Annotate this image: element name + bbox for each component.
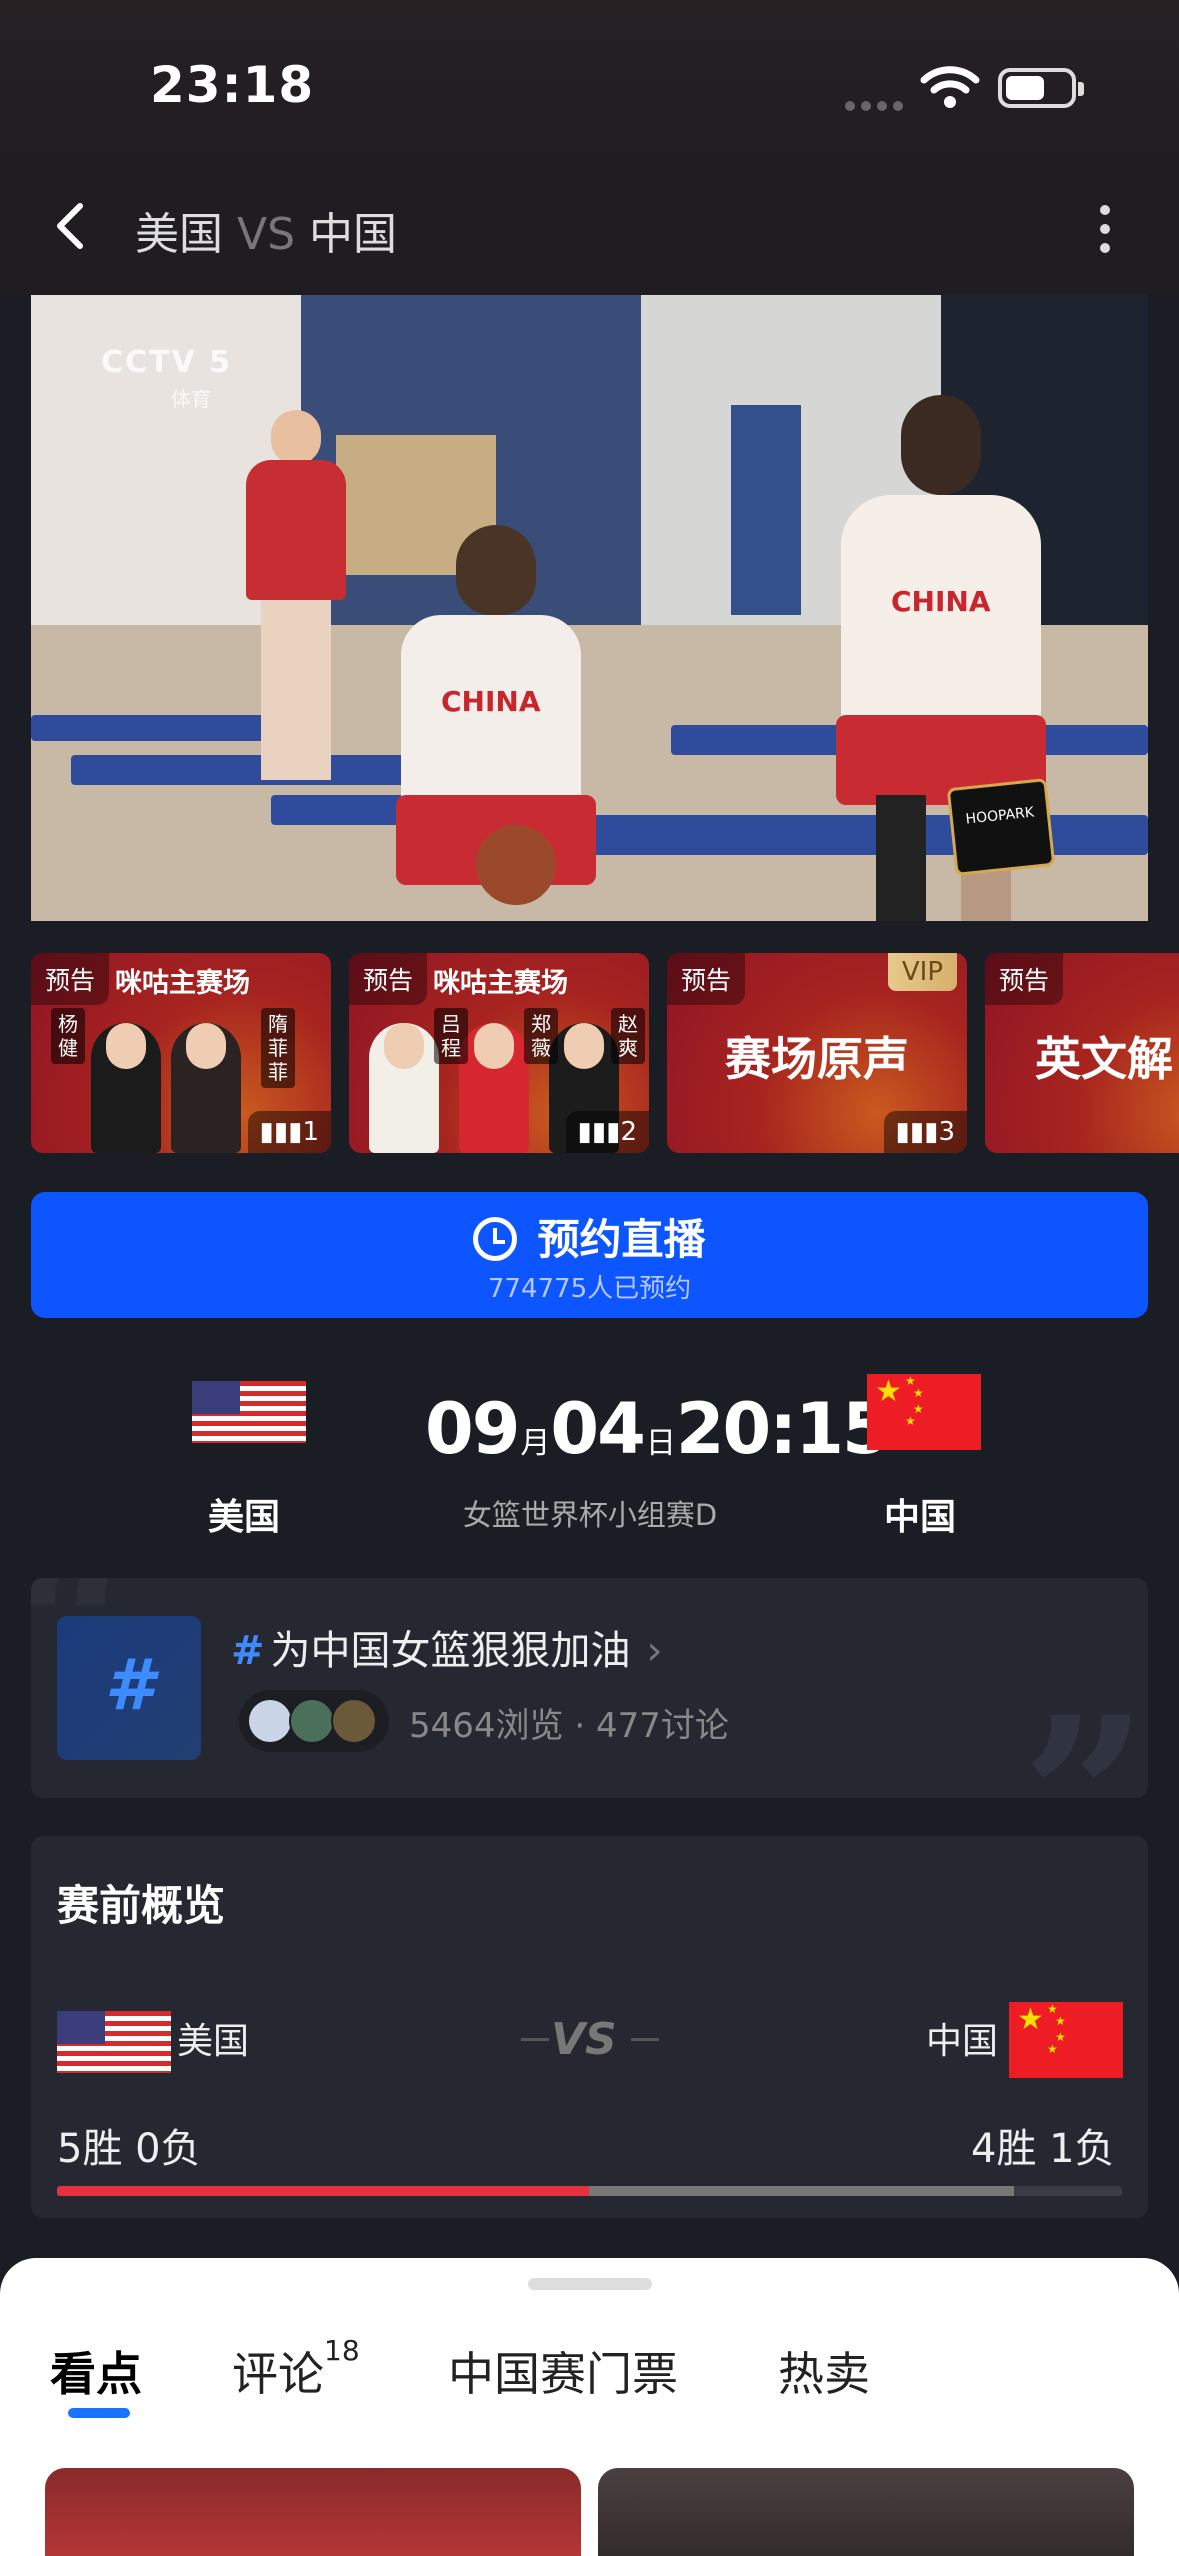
match-league: 女篮世界杯小组赛D: [462, 1498, 718, 1532]
pre-match-overview: 赛前概览 美国 VS 中国 ★ ★ ★ ★ ★ 5胜 0负 4胜 1负: [31, 1836, 1148, 2218]
card-title: 赛场原声: [725, 1032, 909, 1086]
reserve-live-button[interactable]: 预约直播 774775人已预约: [31, 1192, 1148, 1318]
usa-flag-icon: [57, 2011, 171, 2073]
host-name: 赵爽: [611, 1008, 645, 1064]
tab-highlights[interactable]: 看点: [50, 2338, 142, 2404]
avatar: [247, 1698, 293, 1744]
title-vs: VS: [237, 209, 296, 260]
home-team-name: 美国: [208, 1497, 281, 1538]
preview-tag: 预告: [667, 953, 746, 1005]
card-title: 英文解: [1035, 1032, 1173, 1086]
jersey-text-2: CHINA: [891, 585, 991, 618]
reserve-count: 774775人已预约: [487, 1274, 692, 1304]
card-rank: ▮▮▮3: [883, 1111, 967, 1153]
topic-stats: 5464浏览 · 477讨论: [409, 1706, 729, 1746]
page-title: 美国 VS 中国: [135, 198, 397, 262]
preview-tag: 预告: [349, 953, 428, 1005]
avatar: [289, 1698, 335, 1744]
tab-hot-sale[interactable]: 热卖: [778, 2338, 870, 2404]
video-player[interactable]: CHINA CHINA CCTV 5 体育 HOOPARK: [31, 295, 1148, 921]
vs-divider: [521, 2038, 549, 2041]
wifi-icon: [920, 66, 980, 108]
home-record: 5胜 0负: [57, 2126, 201, 2172]
more-options-icon[interactable]: [1090, 200, 1120, 260]
card-host: 咪咕主赛场: [433, 968, 568, 999]
away-record: 4胜 1负: [971, 2126, 1115, 2172]
vs-divider: [631, 2038, 659, 2041]
title-away-team: 中国: [309, 209, 398, 260]
card-rank: ▮▮▮2: [565, 1111, 649, 1153]
bottom-sheet: 看点 评论18 中国赛门票 热卖: [0, 2258, 1179, 2556]
away-team-name: 中国: [884, 1497, 957, 1538]
preview-tag: 预告: [31, 953, 110, 1005]
stream-card[interactable]: 预告 VIP 赛场原声 ▮▮▮3: [667, 953, 967, 1153]
match-datetime: 09月04日20:15: [425, 1388, 891, 1470]
away-record-bar: [589, 2186, 1014, 2196]
vip-badge: VIP: [887, 953, 957, 991]
vs-logo: VS: [551, 2014, 617, 2065]
comment-count-badge: 18: [324, 2334, 360, 2367]
quote-decoration: ”: [1021, 1668, 1148, 1798]
chevron-right-icon: ›: [646, 1628, 663, 1674]
card-rank: ▮▮▮1: [247, 1111, 331, 1153]
host-name: 杨健: [51, 1008, 85, 1064]
preview-tag: 预告: [985, 953, 1064, 1005]
china-flag-icon: ★ ★ ★ ★ ★: [1009, 2002, 1123, 2078]
stream-cards: 杨健 隋菲菲 预告 咪咕主赛场 ▮▮▮1 吕程 郑薇 赵爽 预告 咪咕主赛场 ▮…: [31, 953, 1179, 1153]
record-compare-bar: [57, 2186, 1122, 2196]
stream-card[interactable]: 杨健 隋菲菲 预告 咪咕主赛场 ▮▮▮1: [31, 953, 331, 1153]
title-home-team: 美国: [135, 209, 223, 260]
tab-tickets[interactable]: 中国赛门票: [448, 2338, 678, 2404]
channel-logo: CCTV 5: [101, 345, 233, 380]
overview-home-name: 美国: [177, 2021, 250, 2062]
channel-sub: 体育: [171, 387, 211, 411]
card-host: 咪咕主赛场: [115, 968, 250, 999]
hashtag-icon: #: [57, 1616, 201, 1760]
highlight-thumbnail[interactable]: [45, 2468, 581, 2556]
sheet-grabber[interactable]: [528, 2278, 652, 2290]
avatar: [331, 1698, 377, 1744]
hoopark-watermark: HOOPARK: [946, 778, 1056, 876]
cellular-signal-icon: [845, 96, 909, 115]
status-time: 23:18: [150, 56, 315, 114]
host-name: 郑薇: [524, 1008, 558, 1064]
jersey-text-1: CHINA: [441, 685, 541, 718]
host-name: 隋菲菲: [261, 1008, 295, 1088]
reserve-label: 预约直播: [31, 1206, 1148, 1267]
stream-card[interactable]: 吕程 郑薇 赵爽 预告 咪咕主赛场 ▮▮▮2: [349, 953, 649, 1153]
active-tab-indicator: [68, 2408, 130, 2418]
tab-comments[interactable]: 评论18: [232, 2334, 360, 2404]
china-flag-icon: ★ ★ ★ ★ ★: [867, 1374, 981, 1450]
section-title: 赛前概览: [57, 1881, 226, 1930]
participant-avatars: [239, 1690, 389, 1752]
overview-away-name: 中国: [926, 2021, 999, 2062]
stream-card[interactable]: 预告 英文解: [985, 953, 1179, 1153]
topic-title: # 为中国女篮狠狠加油 ›: [231, 1628, 663, 1674]
highlight-thumbnail[interactable]: [598, 2468, 1134, 2556]
battery-icon: [998, 68, 1084, 108]
clock-icon: [473, 1216, 518, 1261]
topic-card[interactable]: “ ” # #为中国女篮狠狠加油› 5464浏览 · 477讨论: [31, 1578, 1148, 1798]
host-name: 吕程: [434, 1008, 468, 1064]
usa-flag-icon: [192, 1381, 306, 1443]
home-record-bar: [57, 2186, 589, 2196]
back-arrow-icon[interactable]: [50, 200, 90, 252]
